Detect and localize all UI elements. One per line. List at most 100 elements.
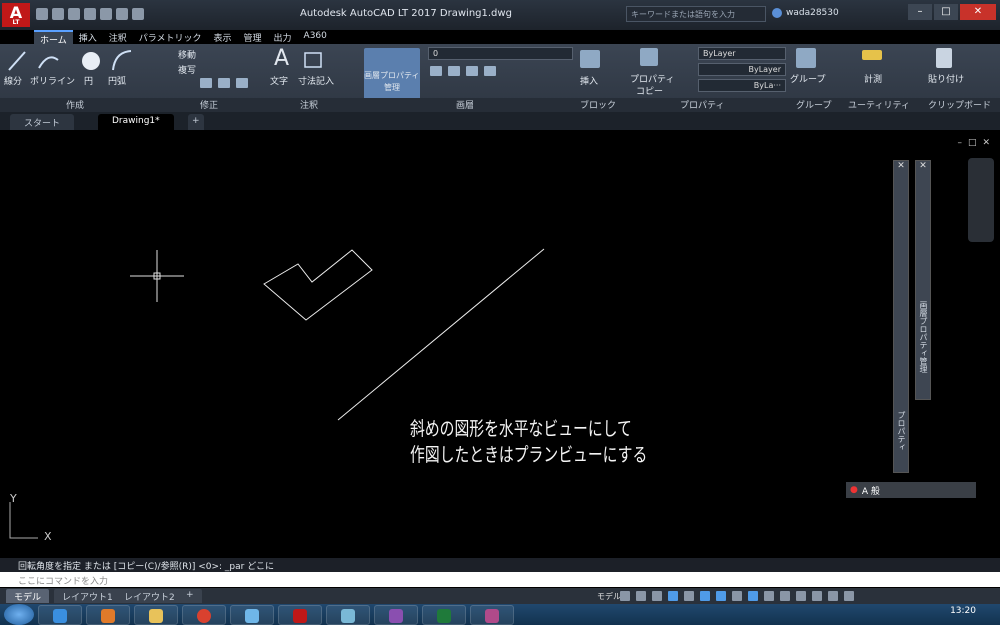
panel-label-layers[interactable]: 画層 bbox=[456, 98, 474, 111]
text-icon[interactable]: A bbox=[274, 46, 289, 71]
properties-palette[interactable]: ✕ プロパティ bbox=[893, 160, 909, 473]
polar-icon[interactable] bbox=[668, 591, 678, 601]
ime-toolbar[interactable]: ● A 般 bbox=[846, 482, 976, 498]
panel-label-block[interactable]: ブロック bbox=[580, 98, 616, 111]
panel-label-modify[interactable]: 修正 bbox=[200, 98, 218, 111]
isodraft-icon[interactable] bbox=[684, 591, 694, 601]
arc-button[interactable]: 円弧 bbox=[108, 74, 126, 87]
snap-icon[interactable] bbox=[636, 591, 646, 601]
copy-button[interactable]: 複写 bbox=[178, 63, 196, 76]
insert-icon[interactable] bbox=[580, 50, 600, 68]
save-as-icon[interactable] bbox=[84, 8, 96, 20]
polyline-icon[interactable] bbox=[36, 50, 62, 72]
tab-insert[interactable]: 挿入 bbox=[73, 30, 103, 44]
paste-icon[interactable] bbox=[936, 48, 952, 68]
new-icon[interactable] bbox=[36, 8, 48, 20]
taskbar-app[interactable] bbox=[230, 605, 274, 625]
ortho-icon[interactable] bbox=[652, 591, 662, 601]
dimension-button[interactable]: 寸法記入 bbox=[298, 74, 334, 87]
group-button[interactable]: グループ bbox=[790, 72, 825, 85]
tab-home[interactable]: ホーム bbox=[34, 30, 73, 46]
layer-lock-icon[interactable] bbox=[484, 66, 496, 76]
new-tab-button[interactable]: + bbox=[188, 114, 204, 130]
group-icon[interactable] bbox=[796, 48, 816, 68]
taskbar-chrome[interactable] bbox=[182, 605, 226, 625]
minimize-button[interactable]: – bbox=[908, 4, 932, 20]
user-account[interactable]: wada28530 bbox=[772, 8, 839, 18]
search-input[interactable]: キーワードまたは語句を入力 bbox=[626, 6, 766, 22]
move-button[interactable]: 移動 bbox=[178, 48, 196, 61]
panel-label-annotation[interactable]: 注釈 bbox=[300, 98, 318, 111]
application-menu-button[interactable]: A LT bbox=[2, 3, 30, 27]
layer-manager-palette[interactable]: ✕ 画層プロパティ管理 bbox=[915, 160, 931, 400]
panel-label-properties[interactable]: プロパティ bbox=[680, 98, 724, 111]
dimension-icon[interactable] bbox=[302, 50, 324, 70]
otrack-icon[interactable] bbox=[716, 591, 726, 601]
taskbar-autocad[interactable] bbox=[278, 605, 322, 625]
layer-isolate-icon[interactable] bbox=[448, 66, 460, 76]
taskbar-explorer[interactable] bbox=[134, 605, 178, 625]
add-layout-button[interactable]: + bbox=[178, 589, 202, 603]
tab-a360[interactable]: A360 bbox=[298, 30, 333, 44]
taskbar-other[interactable] bbox=[470, 605, 514, 625]
panel-label-draw[interactable]: 作成 bbox=[66, 98, 84, 111]
paste-button[interactable]: 貼り付け bbox=[928, 72, 964, 85]
osnap-icon[interactable] bbox=[700, 591, 710, 601]
tab-start[interactable]: スタート bbox=[10, 114, 75, 130]
rotate-icon[interactable] bbox=[200, 78, 212, 88]
undo-icon[interactable] bbox=[116, 8, 128, 20]
lineweight-icon[interactable] bbox=[732, 591, 742, 601]
panel-label-groups[interactable]: グループ bbox=[796, 98, 831, 111]
start-button[interactable] bbox=[4, 604, 34, 625]
tab-view[interactable]: 表示 bbox=[208, 30, 238, 44]
open-icon[interactable] bbox=[52, 8, 64, 20]
measure-button[interactable]: 計測 bbox=[864, 72, 882, 85]
insert-button[interactable]: 挿入 bbox=[580, 74, 598, 87]
clock[interactable]: 13:20 bbox=[950, 606, 976, 616]
linetype-dropdown[interactable]: ByLayer bbox=[698, 63, 786, 76]
layout-tab-layout2[interactable]: レイアウト2 bbox=[116, 589, 183, 603]
color-dropdown[interactable]: ByLayer bbox=[698, 47, 786, 60]
layer-dropdown[interactable]: 0 bbox=[428, 47, 573, 60]
panel-label-utilities[interactable]: ユーティリティ bbox=[848, 98, 910, 111]
save-icon[interactable] bbox=[68, 8, 80, 20]
tab-parametric[interactable]: パラメトリック bbox=[133, 30, 208, 44]
measure-icon[interactable] bbox=[862, 50, 882, 60]
line-button[interactable]: 線分 bbox=[4, 74, 22, 87]
panel-label-clipboard[interactable]: クリップボード bbox=[928, 98, 991, 111]
navigation-bar[interactable] bbox=[968, 158, 994, 242]
customize-icon[interactable] bbox=[844, 591, 854, 601]
polyline-button[interactable]: ポリライン bbox=[30, 74, 75, 87]
annotation-scale-icon[interactable] bbox=[748, 591, 758, 601]
close-button[interactable]: ✕ bbox=[960, 4, 996, 20]
array-icon[interactable] bbox=[236, 78, 248, 88]
units-icon[interactable] bbox=[796, 591, 806, 601]
circle-icon[interactable] bbox=[80, 50, 102, 72]
rotated-polyline-shape[interactable] bbox=[263, 249, 373, 321]
grid-icon[interactable] bbox=[620, 591, 630, 601]
tab-annotate[interactable]: 注釈 bbox=[103, 30, 133, 44]
taskbar-media[interactable] bbox=[86, 605, 130, 625]
maximize-button[interactable]: □ bbox=[934, 4, 958, 20]
layout-tab-layout1[interactable]: レイアウト1 bbox=[54, 589, 121, 603]
isolate-icon[interactable] bbox=[812, 591, 822, 601]
arc-icon[interactable] bbox=[110, 48, 134, 74]
taskbar-game[interactable] bbox=[374, 605, 418, 625]
redo-icon[interactable] bbox=[132, 8, 144, 20]
tab-drawing1[interactable]: Drawing1* bbox=[98, 114, 174, 130]
palette-close-icon[interactable]: ✕ bbox=[894, 161, 908, 171]
fullscreen-icon[interactable] bbox=[828, 591, 838, 601]
palette2-close-icon[interactable]: ✕ bbox=[916, 161, 930, 171]
layer-off-icon[interactable] bbox=[430, 66, 442, 76]
plus-icon[interactable] bbox=[780, 591, 790, 601]
circle-button[interactable]: 円 bbox=[84, 74, 93, 87]
mirror-icon[interactable] bbox=[218, 78, 230, 88]
taskbar-ie[interactable] bbox=[38, 605, 82, 625]
command-input[interactable]: ここにコマンドを入力 bbox=[0, 572, 1000, 587]
workspace-icon[interactable] bbox=[764, 591, 774, 601]
match-properties-icon[interactable] bbox=[640, 48, 658, 66]
diagonal-line[interactable] bbox=[337, 248, 545, 421]
taskbar-excel[interactable] bbox=[422, 605, 466, 625]
layout-tab-model[interactable]: モデル bbox=[6, 589, 50, 603]
taskbar-paint[interactable] bbox=[326, 605, 370, 625]
